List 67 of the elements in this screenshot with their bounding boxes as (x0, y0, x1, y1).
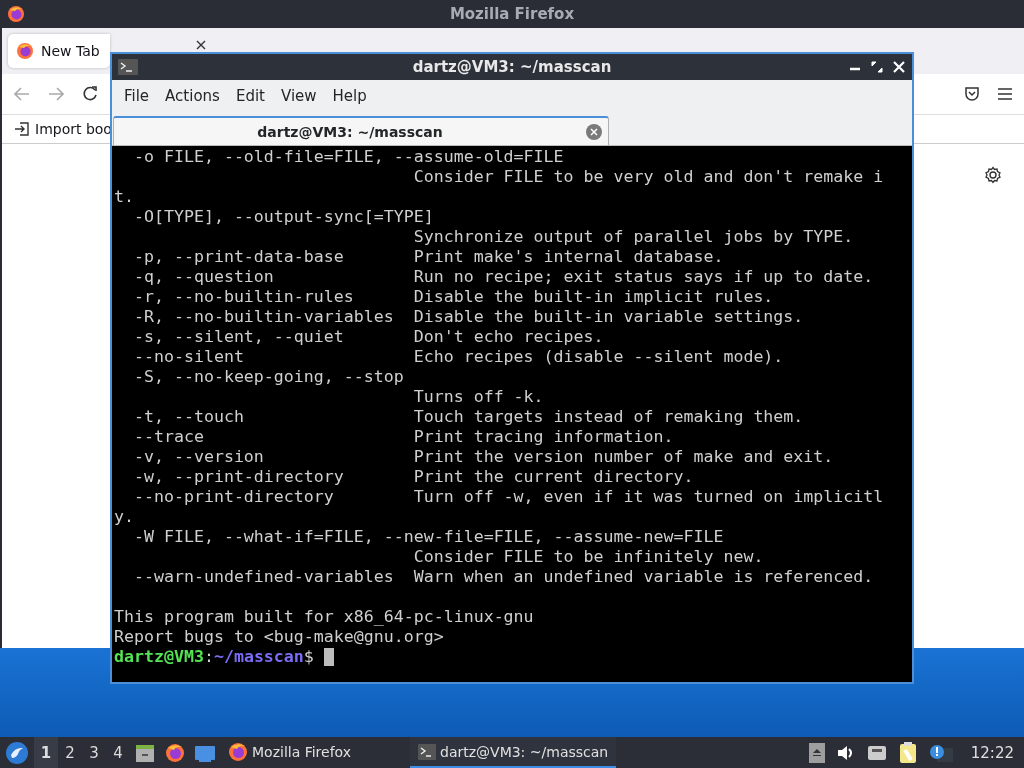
volume-icon[interactable] (836, 744, 855, 761)
workspace-button[interactable]: 1 (34, 737, 58, 768)
terminal-line: -v, --version Print the version number of make and exit. (132, 447, 834, 467)
text-cursor (323, 648, 334, 666)
terminal-line: t. (114, 187, 134, 207)
prompt-user: dartz@VM3 (114, 647, 204, 667)
terminal-line: -O[TYPE], --output-sync[=TYPE] (132, 207, 434, 227)
terminal-line: -p, --print-data-base Print make's internal database. (132, 247, 724, 267)
clock: 12:22 (970, 743, 1014, 762)
reload-icon[interactable] (82, 86, 98, 102)
terminal-line: -S, --no-keep-going, --stop (132, 367, 404, 387)
terminal-line: Consider FILE to be very old and don't remake i (412, 167, 884, 187)
menu-item[interactable]: Actions (157, 87, 228, 105)
pocket-icon[interactable] (964, 86, 980, 102)
terminal-line: y. (114, 507, 134, 527)
terminal-line: --warn-undefined-variables Warn when an undefined variable is referenced. (132, 567, 874, 587)
terminal-line: This program built for x86_64-pc-linux-gnu (114, 607, 534, 627)
terminal-icon (118, 59, 138, 75)
maximize-icon[interactable] (870, 60, 884, 74)
window-title: Mozilla Firefox (449, 5, 575, 23)
terminal-line: Report bugs to <bug-make@gnu.org> (114, 627, 444, 647)
bookmark-link[interactable]: Import boo (35, 121, 112, 137)
prompt-separator: : (203, 647, 214, 667)
terminal-line: -o FILE, --old-file=FILE, --assume-old=FILE (132, 147, 564, 167)
task-button[interactable]: Mozilla Firefox (220, 737, 410, 768)
task-button[interactable]: dartz@VM3: ~/masscan (410, 737, 616, 768)
close-icon[interactable] (196, 40, 206, 50)
terminal-line: -r, --no-builtin-rules Disable the built-in implicit rules. (132, 287, 774, 307)
window-title: dartz@VM3: ~/masscan (412, 58, 612, 76)
browser-logo-icon (228, 741, 248, 762)
menu-item[interactable]: Edit (227, 87, 273, 105)
terminal-line: Consider FILE to be infinitely new. (412, 547, 764, 567)
file-cabinet-icon[interactable] (135, 742, 155, 763)
menu-item[interactable]: View (272, 87, 325, 105)
workspace-button[interactable]: 4 (106, 737, 130, 768)
import-icon[interactable] (14, 121, 30, 137)
clipboard-icon[interactable] (898, 741, 917, 764)
workspace-button[interactable]: 2 (58, 737, 82, 768)
desktop-icon[interactable] (195, 743, 215, 762)
prompt-symbol: $ (303, 647, 314, 667)
start-menu-icon[interactable] (5, 740, 29, 765)
eject-icon[interactable] (808, 742, 825, 763)
prompt-path: ~/masscan (213, 647, 304, 667)
browser-logo-icon[interactable] (165, 742, 185, 763)
network-icon[interactable] (866, 744, 887, 761)
terminal-line: --no-print-directory Turn off -w, even if it was turned on implicitl (132, 487, 884, 507)
browser-logo-icon (7, 5, 25, 23)
terminal-line: Turns off -k. (412, 387, 544, 407)
terminal-line: -t, --touch Touch targets instead of remaking them. (132, 407, 804, 427)
menu-item[interactable]: Help (324, 87, 375, 105)
notification-icon[interactable] (928, 743, 953, 762)
terminal-line: Synchronize output of parallel jobs by TYPE. (412, 227, 854, 247)
workspace-button[interactable]: 3 (82, 737, 106, 768)
terminal-tab[interactable]: dartz@VM3: ~/masscan (113, 116, 609, 145)
terminal-line: --trace Print tracing information. (132, 427, 674, 447)
settings-icon[interactable] (984, 166, 1002, 184)
terminal-icon (418, 743, 436, 760)
terminal-line: -W FILE, --what-if=FILE, --new-file=FILE, --assume-new=FILE (132, 527, 724, 547)
terminal-line: --no-silent Echo recipes (disable --silent mode). (132, 347, 784, 367)
menu-item[interactable]: File (116, 87, 158, 105)
menu-icon[interactable] (998, 88, 1012, 100)
terminal-line: -w, --print-directory Print the current directory. (132, 467, 694, 487)
terminal-line: -q, --question Run no recipe; exit status says if up to date. (132, 267, 874, 287)
terminal-line: -s, --silent, --quiet Don't echo recipes. (132, 327, 604, 347)
terminal-line: -R, --no-builtin-variables Disable the built-in variable settings. (132, 307, 804, 327)
browser-tab[interactable]: New Tab (8, 34, 110, 68)
browser-logo-icon (16, 42, 34, 60)
